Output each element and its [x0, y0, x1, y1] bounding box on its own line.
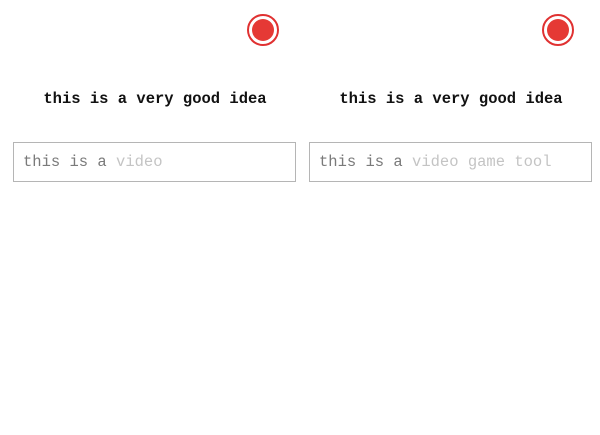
- record-icon: [547, 19, 569, 41]
- headline: this is a very good idea: [43, 90, 267, 108]
- record-button[interactable]: [247, 14, 279, 46]
- typed-text: this is a: [319, 153, 413, 171]
- text-input[interactable]: this is a video: [13, 142, 296, 182]
- typed-text: this is a: [23, 153, 117, 171]
- autocomplete-suggestion: video: [116, 153, 163, 171]
- record-button[interactable]: [542, 14, 574, 46]
- autocomplete-suggestion: video game tool: [412, 153, 552, 171]
- right-panel: this is a very good idea this is a video…: [296, 0, 592, 435]
- headline: this is a very good idea: [339, 90, 563, 108]
- record-icon: [252, 19, 274, 41]
- text-input[interactable]: this is a video game tool: [309, 142, 592, 182]
- left-panel: this is a very good idea this is a video: [0, 0, 296, 435]
